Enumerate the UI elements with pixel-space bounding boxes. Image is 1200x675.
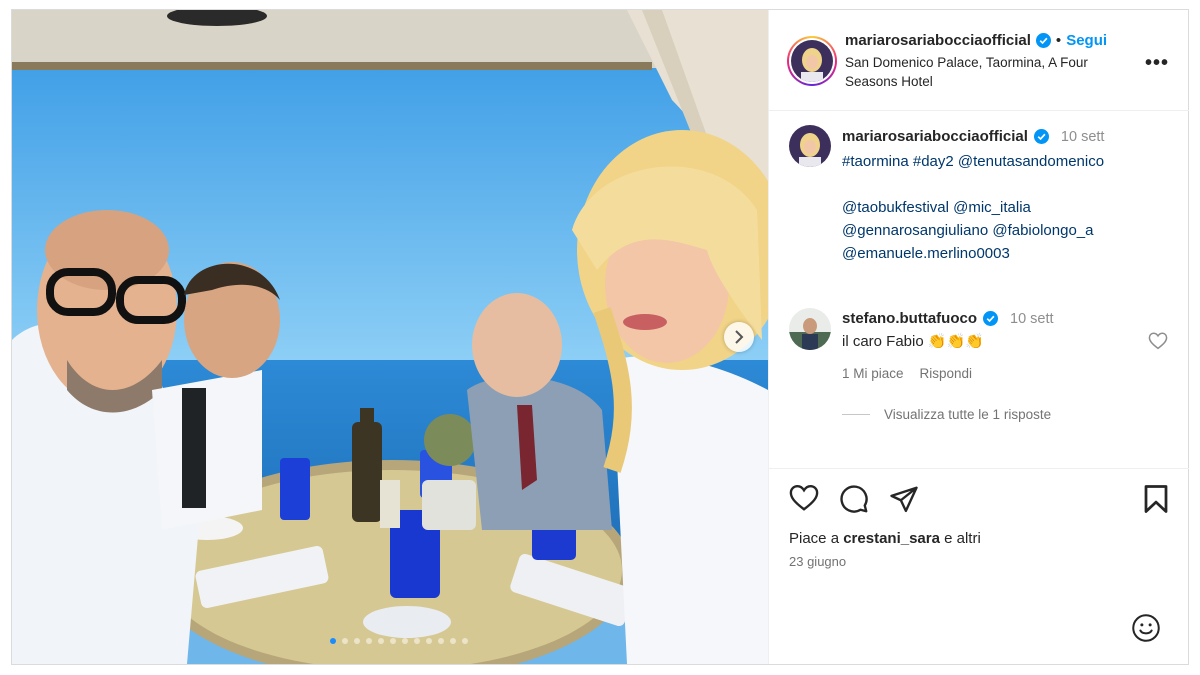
caption-line[interactable]: @gennarosangiuliano @fabiolongo_a	[842, 219, 1172, 242]
header-username[interactable]: mariarosariabocciaofficial	[845, 32, 1031, 49]
carousel-dot	[438, 638, 444, 644]
carousel-dot	[330, 638, 336, 644]
caption-text: #taormina #day2 @tenutasandomenico @taob…	[842, 150, 1172, 265]
likes-prefix: Piace a	[789, 530, 844, 547]
location-link[interactable]: San Domenico Palace, Taormina, A Four Se…	[845, 53, 1125, 91]
verified-badge-icon	[983, 311, 998, 326]
caption-time[interactable]: 10 sett	[1061, 129, 1105, 145]
carousel-dot	[462, 638, 468, 644]
caption-line[interactable]: @taobukfestival @mic_italia	[842, 196, 1172, 219]
caption-line[interactable]: #taormina #day2 @tenutasandomenico	[842, 150, 1172, 173]
instagram-post-embed: mariarosariabocciaofficial • Segui San D…	[11, 9, 1189, 665]
carousel-dot	[426, 638, 432, 644]
carousel-dot	[390, 638, 396, 644]
carousel-dot	[366, 638, 372, 644]
caption-avatar[interactable]	[789, 125, 831, 167]
comment-likes[interactable]: 1 Mi piace	[842, 366, 904, 381]
post-photo[interactable]	[12, 10, 768, 664]
likes-summary: Piace a crestani_sara e altri	[789, 530, 981, 547]
replies-bar	[842, 414, 870, 415]
post-side-panel: mariarosariabocciaofficial • Segui San D…	[768, 10, 1189, 664]
header-user-line: mariarosariabocciaofficial • Segui	[845, 32, 1107, 49]
photo-scene	[12, 10, 768, 664]
likes-suffix[interactable]: e altri	[940, 530, 981, 547]
separator-dot: •	[1055, 32, 1062, 49]
carousel-dot	[450, 638, 456, 644]
carousel-dot	[354, 638, 360, 644]
chevron-right-icon	[735, 330, 744, 344]
caption-line[interactable]: @emanuele.merlino0003	[842, 242, 1172, 265]
likes-user-link[interactable]: crestani_sara	[843, 530, 940, 547]
caption-line	[842, 173, 1172, 196]
comment-username[interactable]: stefano.buttafuoco	[842, 310, 977, 327]
heart-icon[interactable]	[789, 484, 819, 512]
post-date[interactable]: 23 giugno	[789, 554, 846, 569]
header-divider	[769, 110, 1189, 111]
view-replies-label: Visualizza tutte le 1 risposte	[884, 407, 1052, 422]
comment-text: il caro Fabio 👏👏👏	[842, 333, 984, 350]
verified-badge-icon	[1035, 33, 1051, 48]
paper-plane-icon[interactable]	[889, 484, 919, 514]
action-bar	[789, 484, 1173, 516]
caption-user-line: mariarosariabocciaofficial 10 sett	[842, 128, 1104, 145]
carousel-dot	[414, 638, 420, 644]
comment-reply-button[interactable]: Rispondi	[920, 366, 973, 381]
carousel-indicator	[330, 638, 468, 644]
actions-divider	[769, 468, 1189, 469]
comment-user-line: stefano.buttafuoco 10 sett	[842, 310, 1054, 327]
view-replies-button[interactable]: Visualizza tutte le 1 risposte	[842, 407, 1051, 422]
verified-badge-icon	[1033, 129, 1049, 144]
header-avatar-ring[interactable]	[787, 36, 837, 86]
bookmark-icon[interactable]	[1143, 484, 1169, 514]
carousel-dot	[378, 638, 384, 644]
comment-avatar[interactable]	[789, 308, 831, 350]
comment-icon[interactable]	[839, 484, 869, 514]
caption-username[interactable]: mariarosariabocciaofficial	[842, 128, 1028, 145]
more-options-button[interactable]: •••	[1145, 52, 1169, 75]
carousel-next-button[interactable]	[724, 322, 754, 352]
comment-like-heart-icon[interactable]	[1148, 332, 1168, 350]
comment-time[interactable]: 10 sett	[1010, 311, 1054, 327]
smiley-icon[interactable]	[1131, 613, 1161, 643]
carousel-dot	[342, 638, 348, 644]
comment-meta: 1 Mi piace Rispondi	[842, 366, 972, 381]
follow-button[interactable]: Segui	[1066, 32, 1107, 49]
carousel-dot	[402, 638, 408, 644]
avatar	[791, 40, 833, 82]
